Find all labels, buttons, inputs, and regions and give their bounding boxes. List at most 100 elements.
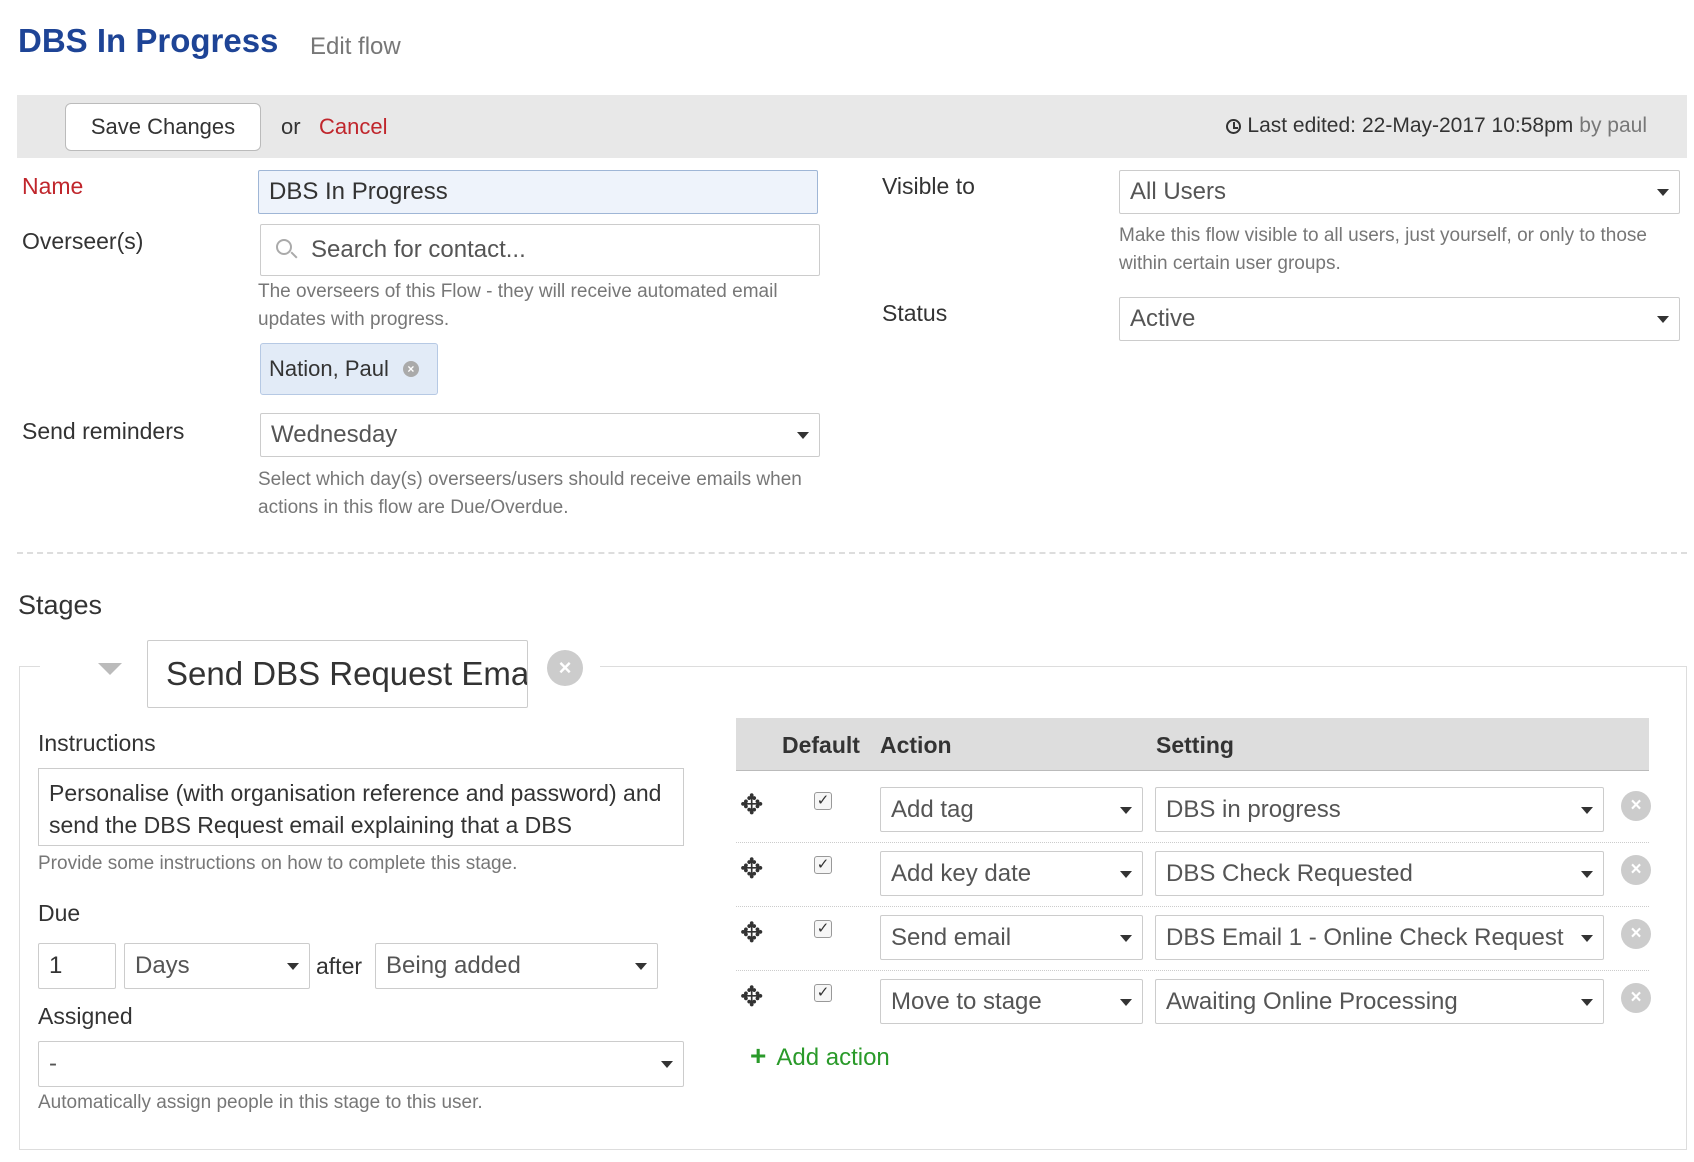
chevron-down-icon: [1120, 806, 1132, 814]
setting-select[interactable]: DBS Check Requested: [1155, 851, 1604, 896]
setting-value: DBS Email 1 - Online Check Request: [1166, 923, 1564, 951]
chevron-down-icon: [287, 963, 299, 970]
setting-value: DBS in progress: [1166, 795, 1341, 823]
assigned-select[interactable]: -: [38, 1041, 684, 1087]
last-edited-by: by paul: [1579, 114, 1647, 137]
last-edited-value: 22-May-2017 10:58pm: [1361, 114, 1574, 137]
add-action-button[interactable]: + Add action: [750, 1040, 890, 1072]
page-title: DBS In Progress: [18, 22, 279, 59]
overseers-label: Overseer(s): [22, 228, 144, 254]
chevron-down-icon: [635, 963, 647, 970]
setting-value: DBS Check Requested: [1166, 859, 1413, 887]
action-select[interactable]: Move to stage: [880, 979, 1143, 1024]
save-changes-button[interactable]: Save Changes: [65, 103, 261, 151]
remove-stage-icon[interactable]: ×: [547, 650, 583, 686]
actions-table-header: Default Action Setting: [736, 718, 1649, 771]
chevron-down-icon: [661, 1061, 673, 1068]
due-amount-input[interactable]: 1: [38, 943, 116, 989]
due-event-value: Being added: [386, 952, 521, 979]
name-label: Name: [22, 173, 84, 199]
last-edited: Last edited: 22-May-2017 10:58pm by paul: [1226, 114, 1647, 138]
due-label: Due: [38, 900, 81, 926]
stage-name-input[interactable]: Send DBS Request Email: [147, 640, 528, 708]
reminders-select[interactable]: Wednesday: [260, 413, 820, 457]
due-unit-select[interactable]: Days: [124, 943, 310, 989]
action-value: Add key date: [891, 859, 1032, 887]
row-separator: [736, 970, 1649, 971]
drag-handle-icon[interactable]: ✥: [740, 980, 763, 1013]
overseer-tag-label: Nation, Paul: [269, 356, 389, 381]
cancel-link[interactable]: Cancel: [319, 114, 387, 140]
add-action-label: Add action: [776, 1044, 890, 1071]
visible-to-help: Make this flow visible to all users, jus…: [1119, 225, 1648, 274]
overseer-search-placeholder: Search for contact...: [311, 236, 526, 263]
remove-tag-icon[interactable]: ×: [402, 361, 419, 377]
section-divider: [17, 552, 1687, 554]
action-value: Move to stage: [891, 987, 1042, 1015]
default-checkbox[interactable]: ✓: [814, 984, 832, 1002]
instructions-textarea[interactable]: Personalise (with organisation reference…: [38, 768, 684, 846]
chevron-down-icon: [1581, 806, 1593, 814]
reminders-help: Select which day(s) overseers/users shou…: [258, 469, 802, 518]
chevron-down-icon: [1120, 934, 1132, 942]
default-checkbox[interactable]: ✓: [814, 856, 832, 874]
chevron-down-icon: [1120, 870, 1132, 878]
status-value: Active: [1130, 305, 1196, 332]
visible-to-label: Visible to: [882, 173, 975, 199]
setting-value: Awaiting Online Processing: [1166, 987, 1458, 1015]
action-select[interactable]: Send email: [880, 915, 1143, 960]
reminders-label: Send reminders: [22, 418, 185, 444]
setting-select[interactable]: DBS Email 1 - Online Check Request: [1155, 915, 1604, 960]
chevron-down-icon: [1657, 189, 1669, 196]
chevron-down-icon: [1657, 316, 1669, 323]
collapse-triangle-icon[interactable]: [98, 663, 122, 675]
clock-icon: [1226, 118, 1242, 134]
page-subtitle: Edit flow: [310, 33, 401, 60]
setting-select[interactable]: Awaiting Online Processing: [1155, 979, 1604, 1024]
remove-action-icon[interactable]: ×: [1621, 791, 1651, 821]
row-separator: [736, 842, 1649, 843]
action-value: Send email: [891, 923, 1012, 951]
setting-select[interactable]: DBS in progress: [1155, 787, 1604, 832]
status-label: Status: [882, 300, 948, 326]
action-column-header: Action: [880, 732, 952, 758]
due-unit-value: Days: [135, 952, 190, 979]
after-text: after: [316, 953, 363, 979]
overseer-tag[interactable]: Nation, Paul ×: [260, 343, 438, 395]
chevron-down-icon: [1581, 998, 1593, 1006]
action-value: Add tag: [891, 795, 974, 823]
reminders-value: Wednesday: [271, 421, 398, 448]
action-select[interactable]: Add tag: [880, 787, 1143, 832]
overseers-help: The overseers of this Flow - they will r…: [258, 281, 778, 330]
toolbar: Save Changes or Cancel Last edited: 22-M…: [17, 95, 1687, 158]
search-icon: [275, 238, 299, 262]
stages-heading: Stages: [18, 590, 103, 620]
row-separator: [736, 906, 1649, 907]
default-checkbox[interactable]: ✓: [814, 920, 832, 938]
status-select[interactable]: Active: [1119, 297, 1680, 341]
due-event-select[interactable]: Being added: [375, 943, 658, 989]
chevron-down-icon: [1120, 998, 1132, 1006]
drag-handle-icon[interactable]: ✥: [740, 788, 763, 821]
remove-action-icon[interactable]: ×: [1621, 919, 1651, 949]
default-checkbox[interactable]: ✓: [814, 792, 832, 810]
setting-column-header: Setting: [1156, 732, 1234, 758]
drag-handle-icon[interactable]: ✥: [740, 916, 763, 949]
assigned-help: Automatically assign people in this stag…: [38, 1092, 483, 1113]
name-input[interactable]: DBS In Progress: [258, 170, 818, 214]
chevron-down-icon: [1581, 870, 1593, 878]
remove-action-icon[interactable]: ×: [1621, 855, 1651, 885]
overseer-search-input[interactable]: Search for contact...: [260, 224, 820, 276]
assigned-value: -: [49, 1050, 57, 1077]
last-edited-label: Last edited:: [1247, 114, 1356, 137]
default-column-header: Default: [782, 732, 860, 758]
instructions-label: Instructions: [38, 730, 156, 756]
instructions-help: Provide some instructions on how to comp…: [38, 853, 518, 874]
chevron-down-icon: [1581, 934, 1593, 942]
remove-action-icon[interactable]: ×: [1621, 983, 1651, 1013]
visible-to-value: All Users: [1130, 178, 1227, 205]
action-select[interactable]: Add key date: [880, 851, 1143, 896]
visible-to-select[interactable]: All Users: [1119, 170, 1680, 214]
or-text: or: [281, 114, 301, 139]
drag-handle-icon[interactable]: ✥: [740, 852, 763, 885]
